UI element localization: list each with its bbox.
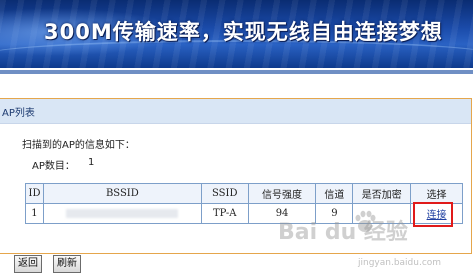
ap-count-label: AP数目： [32,161,75,172]
header-divider [0,70,473,74]
watermark-url: jingyan.baidu.com [358,258,442,268]
column-header-signal: 信号强度 [247,183,317,204]
watermark-text: Bai du 经验 [278,220,408,245]
cell-bssid-blurred [42,203,202,224]
column-header-select: 选择 [410,183,463,204]
header-banner: 300M传输速率，实现无线自由连接梦想 [0,0,473,68]
back-button[interactable]: 返回 [14,255,42,273]
panel-title-bar: AP列表 [0,99,471,124]
cell-ssid: TP-A [200,203,249,224]
blurred-mac-address [66,209,179,218]
column-header-ssid: SSID [200,183,249,204]
table-header-row: ID BSSID SSID 信号强度 信道 是否加密 选择 [25,183,463,204]
column-header-id: ID [25,183,44,204]
column-header-channel: 信道 [315,183,354,204]
cell-select: 连接 [410,202,463,227]
refresh-button[interactable]: 刷新 [53,255,81,273]
scan-info-text: 扫描到的AP的信息如下： [22,140,135,151]
cell-id: 1 [25,203,44,224]
ap-count-value: 1 [88,157,95,168]
column-header-bssid: BSSID [42,183,202,204]
highlight-box [413,202,454,227]
panel-title: AP列表 [2,108,35,119]
paw-icon [355,210,376,232]
column-header-encrypted: 是否加密 [352,183,412,204]
banner-slogan: 300M传输速率，实现无线自由连接梦想 [44,20,443,44]
